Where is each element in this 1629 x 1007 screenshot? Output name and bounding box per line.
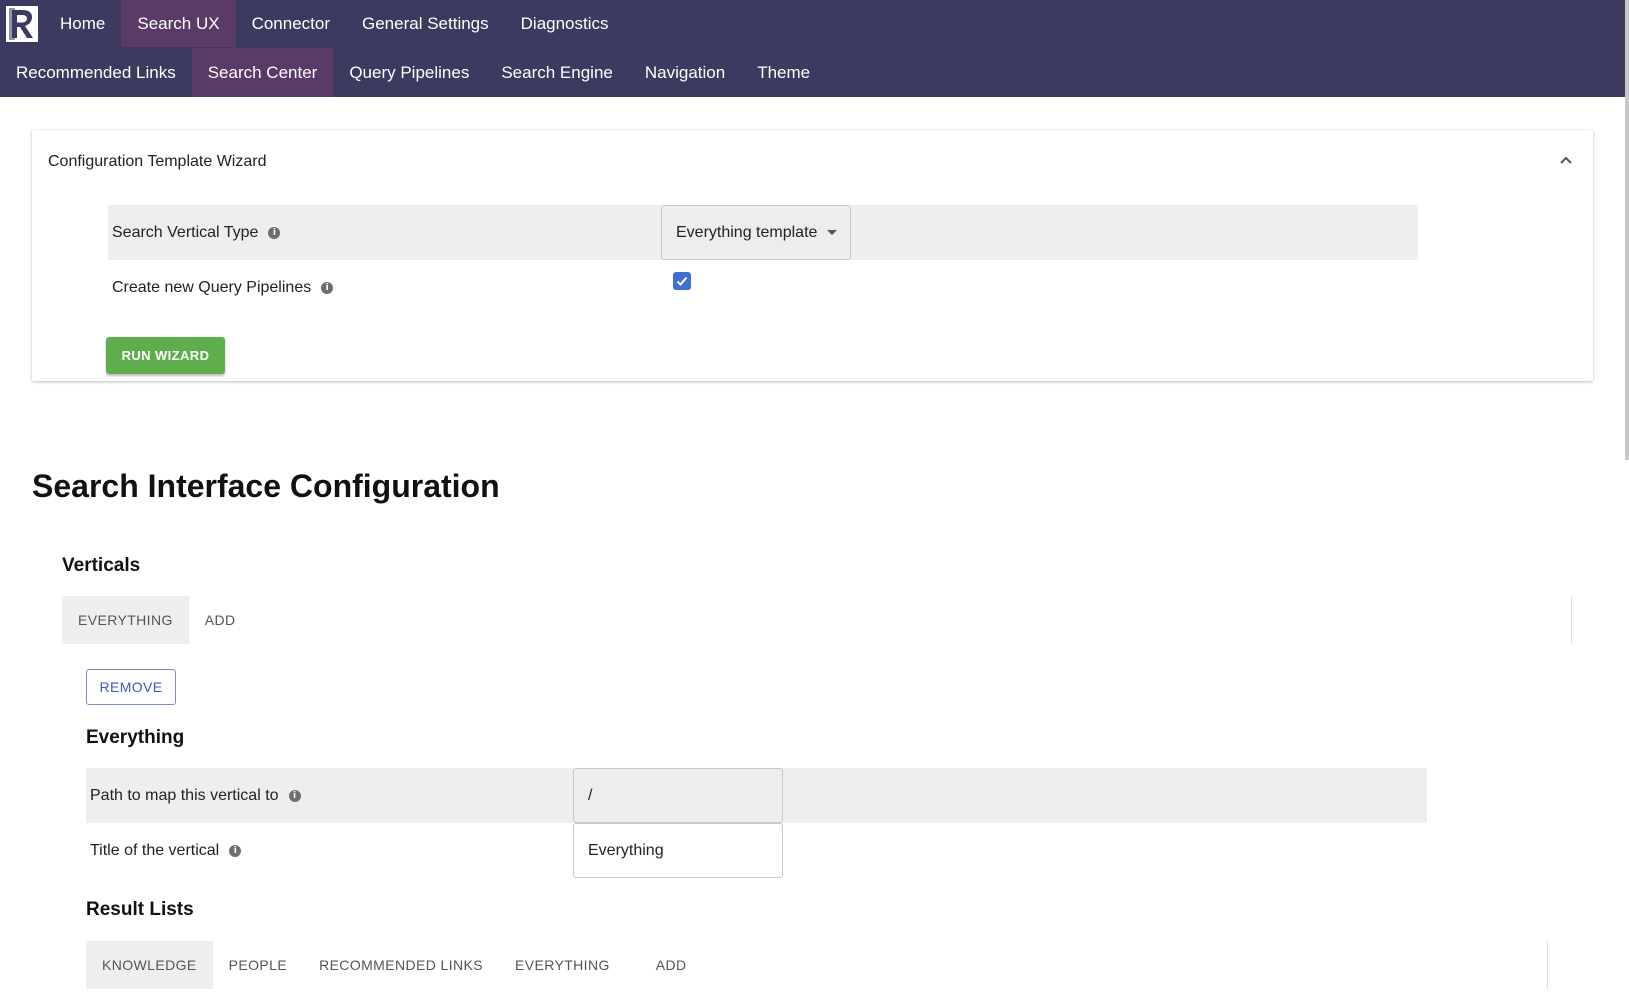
title-label: Title of the vertical [90, 841, 220, 859]
page-title: Search Interface Configuration [32, 468, 500, 504]
tabs-divider [1547, 941, 1548, 989]
result-list-tabs: KNOWLEDGE PEOPLE RECOMMENDED LINKS EVERY… [86, 941, 703, 989]
nav-search-ux[interactable]: Search UX [121, 0, 236, 47]
verticals-title: Verticals [62, 555, 141, 576]
subnav-query-pipelines[interactable]: Query Pipelines [333, 48, 485, 97]
scrollbar-thumb[interactable] [1625, 0, 1629, 460]
create-pipelines-checkbox[interactable] [673, 272, 691, 290]
info-icon[interactable]: i [288, 789, 301, 802]
wizard-title: Configuration Template Wizard [48, 153, 267, 170]
secondary-nav: Recommended Links Search Center Query Pi… [0, 48, 826, 97]
title-label-wrap: Title of the vertical i [86, 841, 242, 860]
nav-home[interactable]: Home [44, 0, 121, 47]
info-icon[interactable]: i [268, 226, 281, 239]
vertical-tabs: EVERYTHING ADD [62, 596, 252, 644]
caret-down-icon [827, 230, 838, 235]
tab-people[interactable]: PEOPLE [213, 941, 303, 989]
wizard-card: Configuration Template Wizard Search Ver… [32, 130, 1593, 381]
subnav-recommended-links[interactable]: Recommended Links [0, 48, 192, 97]
vertical-type-select[interactable]: Everything template [661, 205, 851, 260]
nav-diagnostics[interactable]: Diagnostics [505, 0, 625, 47]
chevron-up-icon[interactable] [1557, 152, 1575, 170]
create-pipelines-label: Create new Query Pipelines [112, 278, 312, 296]
checkmark-icon [676, 276, 688, 286]
path-label-wrap: Path to map this vertical to i [86, 787, 301, 805]
path-input[interactable] [573, 768, 783, 823]
tab-everything[interactable]: EVERYTHING [62, 596, 189, 644]
tab-knowledge[interactable]: KNOWLEDGE [86, 941, 213, 989]
remove-vertical-button[interactable]: REMOVE [86, 669, 176, 705]
vertical-type-value: Everything template [676, 223, 818, 241]
subnav-search-engine[interactable]: Search Engine [485, 48, 629, 97]
subnav-navigation[interactable]: Navigation [629, 48, 741, 97]
nav-general-settings[interactable]: General Settings [346, 0, 505, 47]
subnav-theme[interactable]: Theme [741, 48, 826, 97]
info-icon[interactable]: i [321, 281, 334, 294]
info-icon[interactable]: i [229, 844, 242, 857]
primary-nav: Home Search UX Connector General Setting… [0, 0, 625, 47]
vertical-type-label: Search Vertical Type [112, 223, 259, 241]
path-row: Path to map this vertical to i [86, 768, 1427, 823]
brand-logo-icon[interactable] [0, 0, 44, 47]
title-input[interactable] [573, 823, 783, 878]
create-pipelines-row: Create new Query Pipelines i [108, 260, 1418, 315]
tab-add-vertical[interactable]: ADD [189, 596, 252, 644]
tab-recommended-links[interactable]: RECOMMENDED LINKS [303, 941, 499, 989]
result-lists-title: Result Lists [86, 899, 194, 920]
tab-add-result-list[interactable]: ADD [626, 941, 703, 989]
tab-everything-results[interactable]: EVERYTHING [499, 941, 626, 989]
create-pipelines-label-wrap: Create new Query Pipelines i [108, 278, 334, 297]
run-wizard-button[interactable]: RUN WIZARD [106, 337, 225, 374]
path-label: Path to map this vertical to [90, 786, 279, 804]
vertical-type-row: Search Vertical Type i Everything templa… [108, 205, 1418, 260]
title-row: Title of the vertical i [86, 823, 1427, 878]
tabs-divider [1571, 596, 1572, 644]
top-navigation: Home Search UX Connector General Setting… [0, 0, 1625, 97]
nav-connector[interactable]: Connector [236, 0, 346, 47]
subnav-search-center[interactable]: Search Center [191, 48, 334, 97]
vertical-type-label-wrap: Search Vertical Type i [108, 223, 281, 242]
vertical-name: Everything [86, 727, 185, 748]
